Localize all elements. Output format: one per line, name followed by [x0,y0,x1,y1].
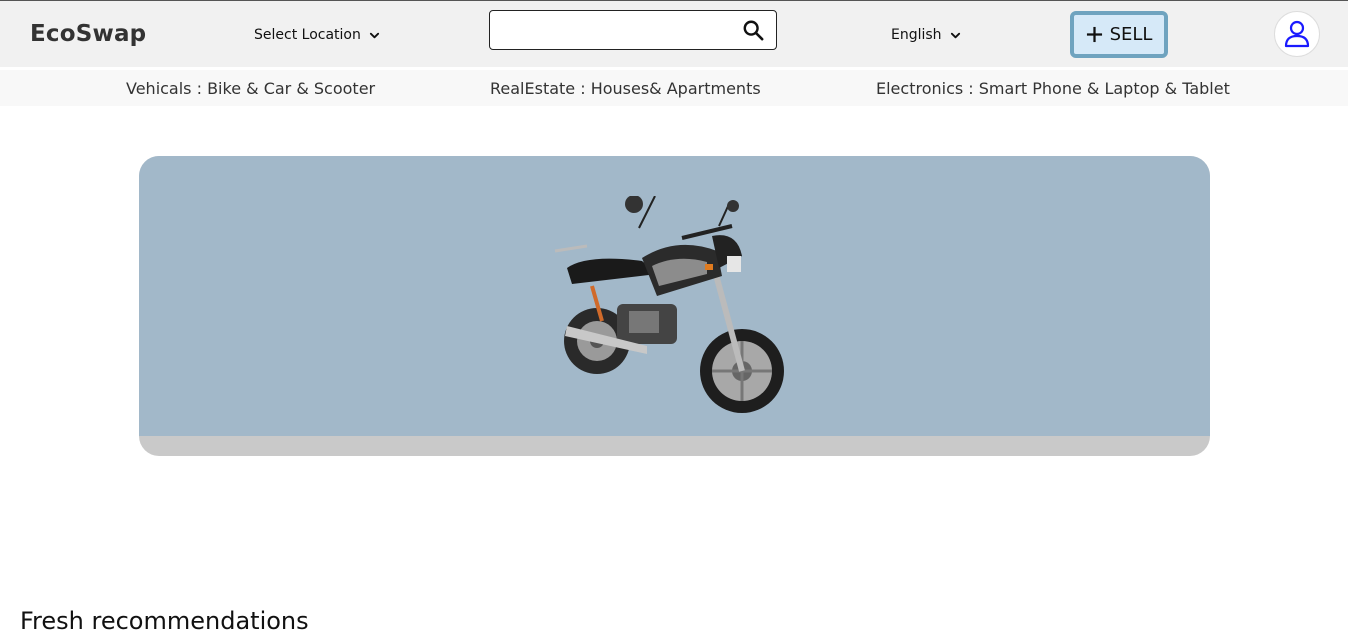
carousel-slide [139,156,1210,436]
search-input[interactable] [496,17,726,43]
category-realestate[interactable]: RealEstate : Houses& Apartments [490,79,761,98]
chevron-down-icon [369,32,379,38]
top-navbar: EcoSwap Select Location English SELL [0,0,1348,67]
category-bar: Vehicals : Bike & Car & Scooter RealEsta… [0,70,1348,106]
plus-icon [1086,26,1102,43]
hero-carousel[interactable] [139,156,1210,456]
site-logo[interactable]: EcoSwap [30,21,146,47]
sell-button-label: SELL [1109,24,1153,45]
category-electronics[interactable]: Electronics : Smart Phone & Laptop & Tab… [876,79,1230,98]
section-title: Fresh recommendations [20,607,309,635]
language-select-label: English [891,27,942,43]
user-icon [1284,20,1310,48]
category-vehicles[interactable]: Vehicals : Bike & Car & Scooter [126,79,375,98]
language-select[interactable]: English [891,27,961,43]
search-icon[interactable] [742,19,764,41]
search-box [489,10,777,50]
sell-button[interactable]: SELL [1070,11,1168,58]
location-select-label: Select Location [254,27,361,43]
motorcycle-image [554,196,784,413]
chevron-down-icon [950,32,960,38]
profile-button[interactable] [1274,11,1320,57]
location-select[interactable]: Select Location [254,27,380,43]
